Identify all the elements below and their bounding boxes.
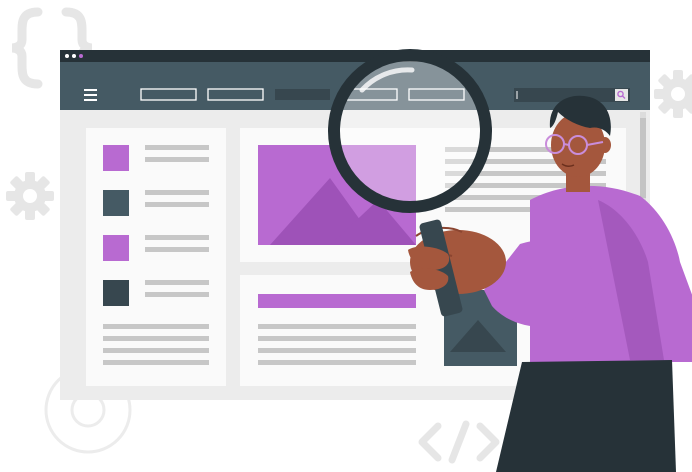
nav-tab-active[interactable] — [275, 89, 330, 100]
window-title-bar — [60, 50, 650, 62]
code-tag-icon — [418, 420, 500, 464]
search-illustration — [6, 7, 692, 472]
list-thumbnail — [103, 235, 129, 261]
hamburger-menu-icon[interactable] — [84, 89, 97, 101]
pants — [496, 360, 676, 472]
gear-icon — [6, 172, 54, 220]
search-button[interactable] — [615, 89, 628, 101]
list-thumbnail — [103, 190, 129, 216]
gear-icon — [654, 70, 692, 118]
ear — [599, 137, 611, 153]
scrollbar-thumb[interactable] — [640, 118, 646, 198]
window-dot — [65, 54, 69, 58]
window-dot — [79, 54, 83, 58]
list-thumbnail — [103, 145, 129, 171]
window-dot — [72, 54, 76, 58]
list-thumbnail — [103, 280, 129, 306]
article-heading-bar — [258, 294, 416, 308]
